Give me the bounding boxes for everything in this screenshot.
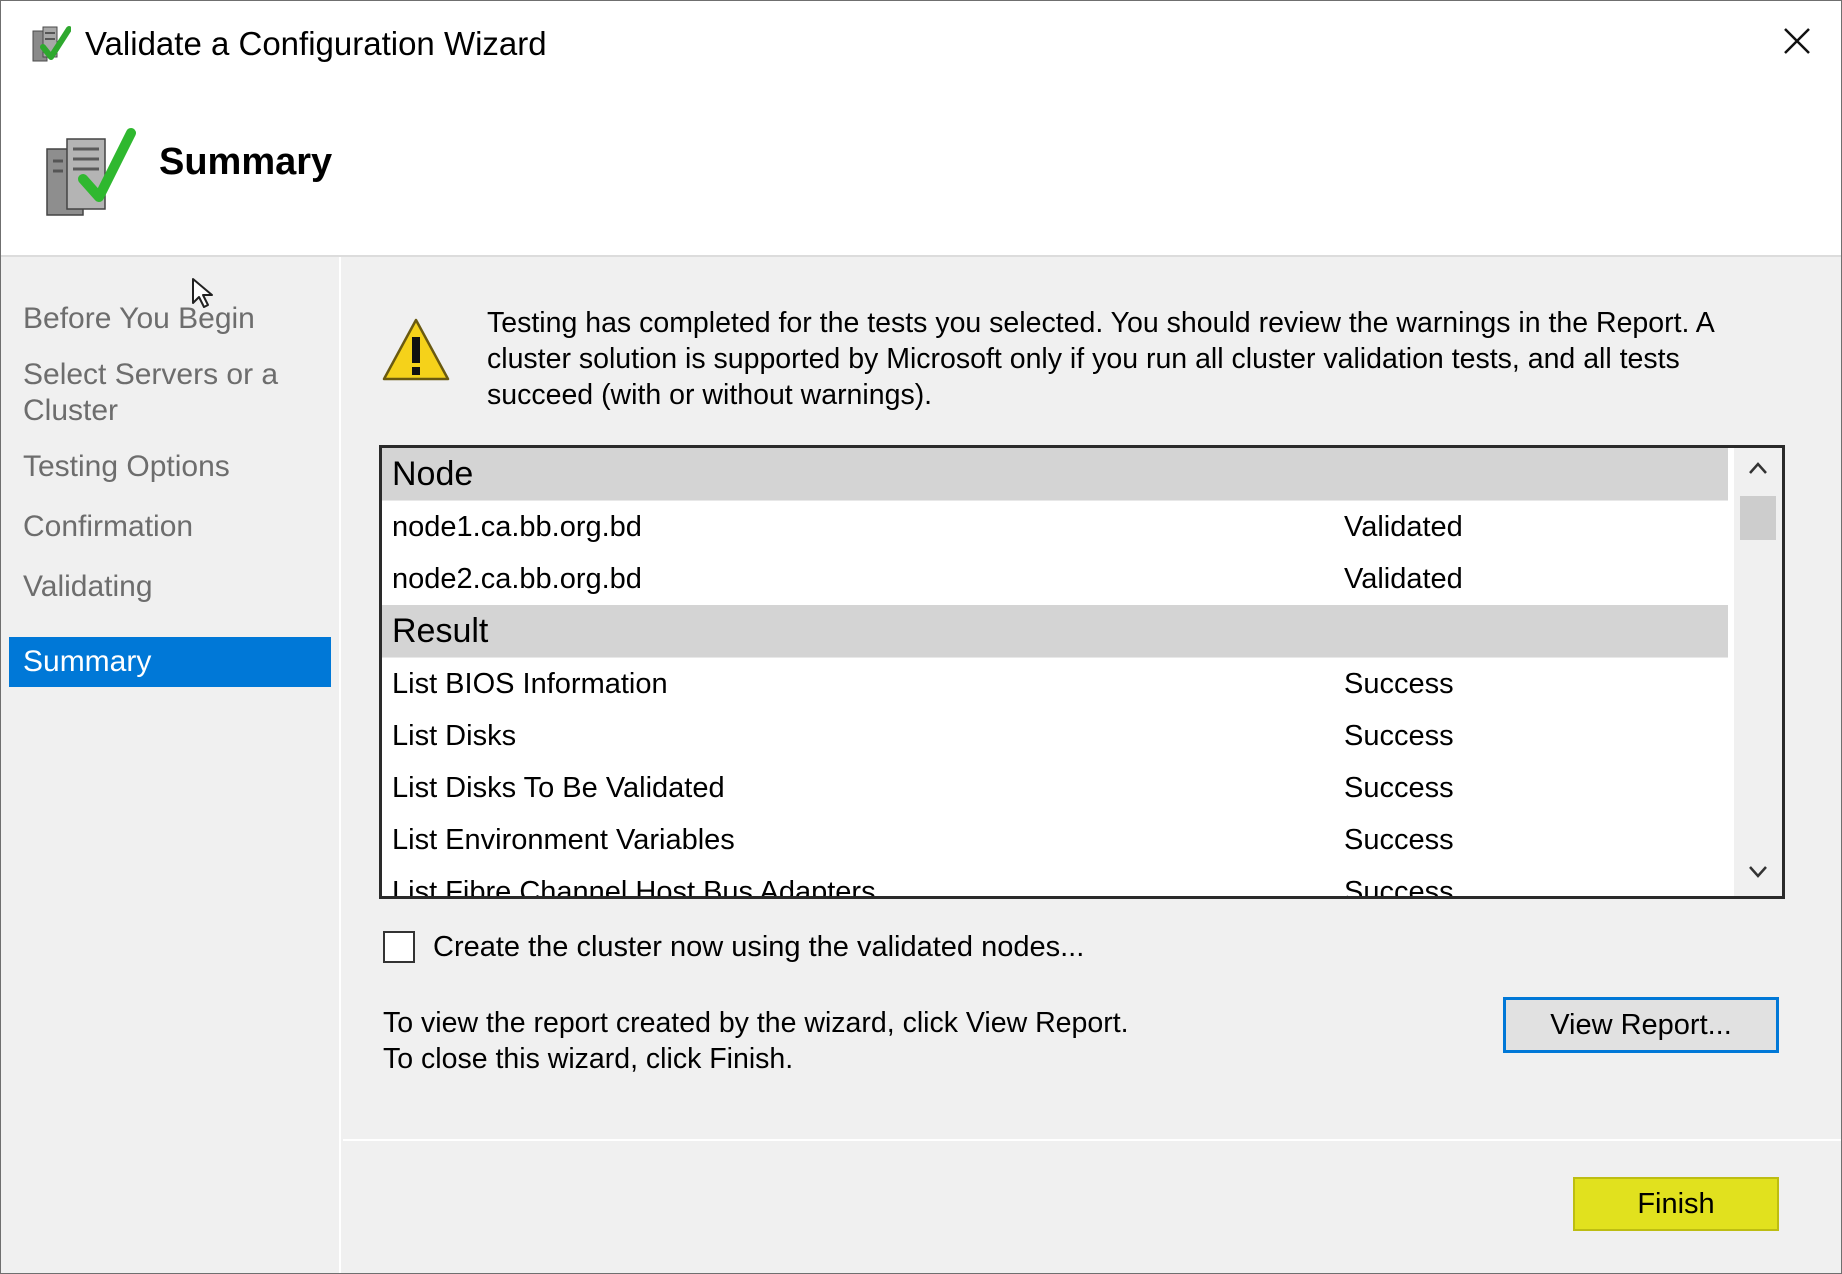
test-name: List Fibre Channel Host Bus Adapters <box>392 876 876 899</box>
test-name: List Environment Variables <box>392 824 735 856</box>
node-name: node1.ca.bb.org.bd <box>392 511 642 543</box>
validation-results-list[interactable]: Node node1.ca.bb.org.bd Validated node2.… <box>379 445 1785 899</box>
test-status: Success <box>1344 824 1454 856</box>
wizard-body: Before You Begin Select Servers or a Clu… <box>1 257 1841 1273</box>
test-status: Success <box>1344 772 1454 804</box>
view-report-instruction: To view the report created by the wizard… <box>383 1007 1129 1039</box>
test-row[interactable]: List BIOS Information Success <box>382 658 1728 710</box>
test-row[interactable]: List Environment Variables Success <box>382 814 1728 866</box>
wizard-window: Validate a Configuration Wizard Summary … <box>0 0 1842 1274</box>
cluster-validate-icon <box>29 23 72 65</box>
scrollbar-thumb[interactable] <box>1740 496 1776 540</box>
result-group-header: Result <box>382 605 1728 658</box>
window-title: Validate a Configuration Wizard <box>85 25 547 62</box>
finish-instruction: To close this wizard, click Finish. <box>383 1043 794 1075</box>
create-cluster-option[interactable]: Create the cluster now using the validat… <box>383 927 1084 967</box>
test-row[interactable]: List Disks To Be Validated Success <box>382 762 1728 814</box>
footer-divider <box>343 1139 1841 1141</box>
finish-button[interactable]: Finish <box>1573 1177 1779 1231</box>
test-row[interactable]: List Fibre Channel Host Bus Adapters Suc… <box>382 866 1728 899</box>
wizard-header: Summary <box>1 85 1841 257</box>
test-status: Success <box>1344 876 1454 899</box>
results-scrollbar[interactable] <box>1734 448 1782 896</box>
server-checkmark-icon <box>43 127 139 223</box>
warning-icon <box>381 317 451 383</box>
node-name: node2.ca.bb.org.bd <box>392 563 642 595</box>
page-title: Summary <box>159 141 333 183</box>
scroll-down-button[interactable] <box>1734 852 1782 896</box>
step-select-servers[interactable]: Select Servers or a Cluster <box>9 357 309 429</box>
step-testing-options[interactable]: Testing Options <box>9 449 331 485</box>
steps-nav: Before You Begin Select Servers or a Clu… <box>1 257 341 1273</box>
close-button[interactable] <box>1753 1 1841 85</box>
summary-message: Testing has completed for the tests you … <box>487 307 1714 411</box>
step-confirmation[interactable]: Confirmation <box>9 509 331 545</box>
step-before-you-begin[interactable]: Before You Begin <box>9 301 331 337</box>
view-report-button[interactable]: View Report... <box>1503 997 1779 1053</box>
node-group-header: Node <box>382 448 1728 501</box>
node-row[interactable]: node1.ca.bb.org.bd Validated <box>382 501 1728 553</box>
node-status: Validated <box>1344 563 1463 595</box>
node-row[interactable]: node2.ca.bb.org.bd Validated <box>382 553 1728 605</box>
chevron-up-icon <box>1748 461 1768 480</box>
test-row[interactable]: List Disks Success <box>382 710 1728 762</box>
scroll-up-button[interactable] <box>1734 448 1782 492</box>
test-name: List Disks To Be Validated <box>392 772 725 804</box>
test-name: List Disks <box>392 720 517 752</box>
step-validating[interactable]: Validating <box>9 569 331 605</box>
create-cluster-checkbox[interactable] <box>383 931 415 963</box>
test-status: Success <box>1344 720 1454 752</box>
create-cluster-label: Create the cluster now using the validat… <box>433 930 1085 963</box>
summary-content: Testing has completed for the tests you … <box>341 257 1841 1273</box>
test-status: Success <box>1344 668 1454 700</box>
step-summary[interactable]: Summary <box>9 637 331 687</box>
title-bar: Validate a Configuration Wizard <box>1 1 1841 85</box>
mouse-cursor-icon <box>191 277 221 309</box>
test-name: List BIOS Information <box>392 668 668 700</box>
chevron-down-icon <box>1748 865 1768 884</box>
results-rows: Node node1.ca.bb.org.bd Validated node2.… <box>382 448 1728 899</box>
node-status: Validated <box>1344 511 1463 543</box>
close-icon <box>1782 26 1812 61</box>
